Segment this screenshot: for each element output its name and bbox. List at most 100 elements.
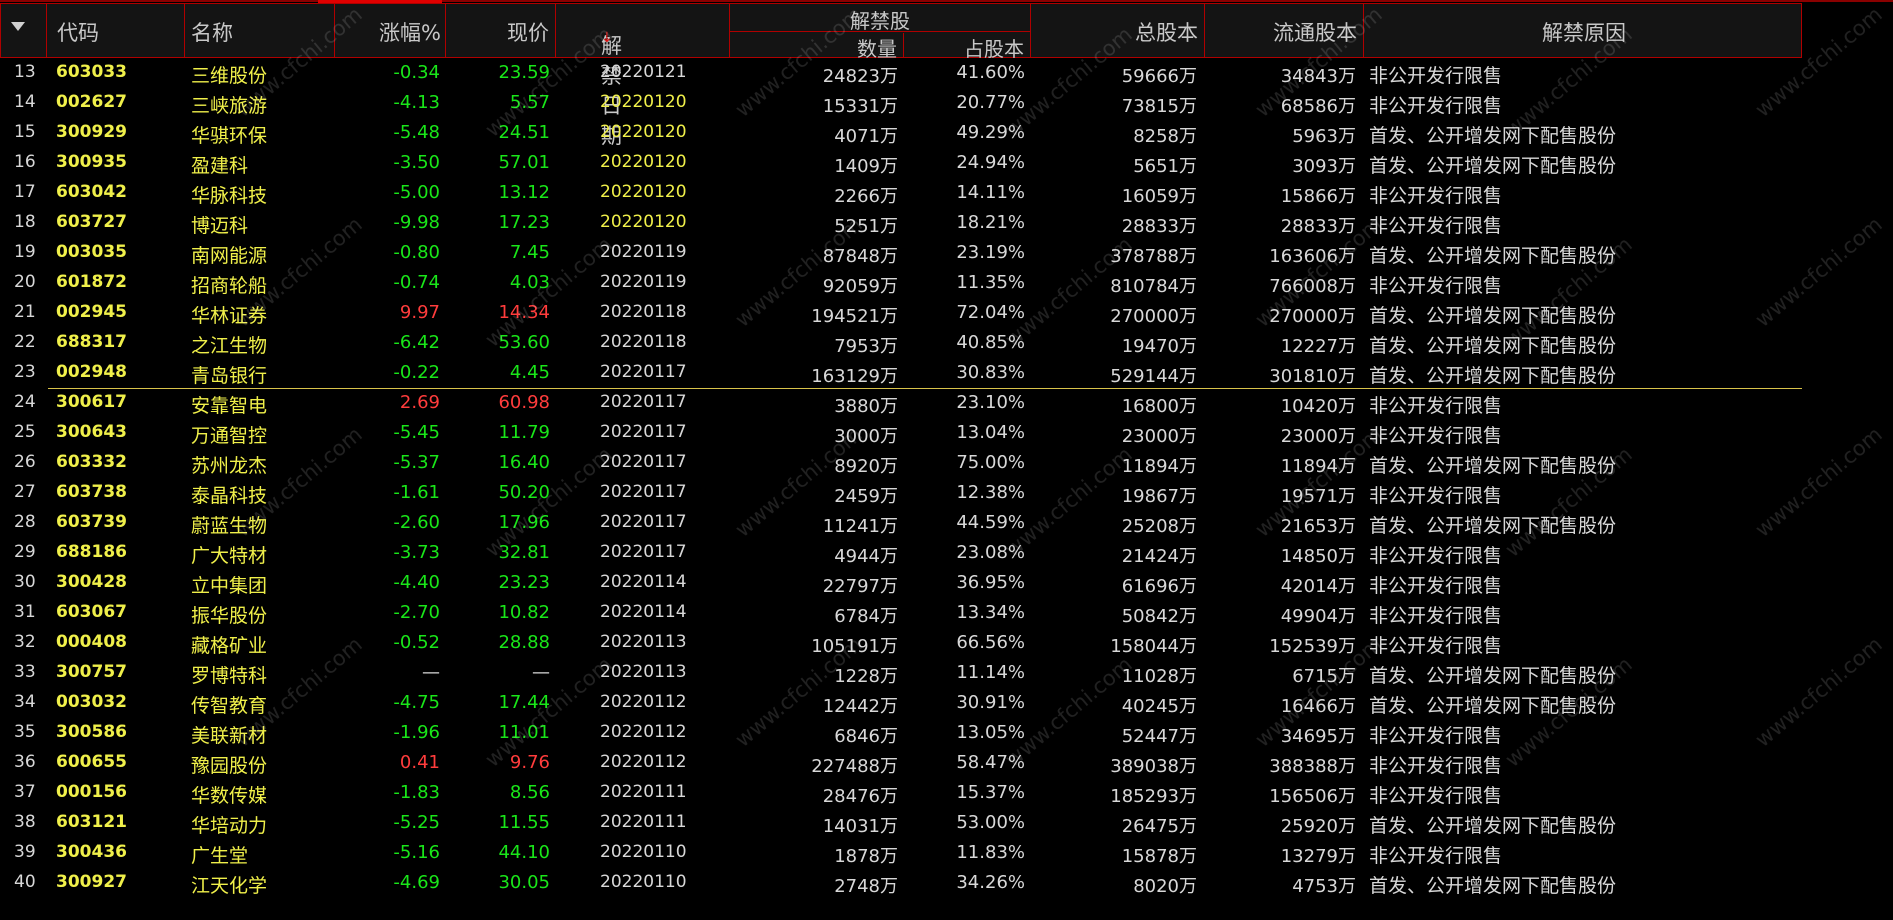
change-percent: -4.13: [393, 92, 440, 113]
header-unlock-qty[interactable]: 数量: [730, 33, 904, 61]
header-change[interactable]: 涨幅%: [335, 4, 446, 57]
current-price: 4.03: [509, 272, 550, 293]
header-price[interactable]: 现价: [446, 4, 556, 57]
float-shares: 388388万: [1269, 756, 1356, 777]
unlock-quantity: 163129万: [811, 366, 898, 387]
unlock-date: 20220111: [600, 782, 687, 802]
float-shares: 34695万: [1280, 726, 1356, 747]
unlock-date: 20220117: [600, 452, 687, 472]
stock-code: 603739: [56, 512, 127, 532]
unlock-ratio: 11.14%: [956, 662, 1025, 683]
table-row[interactable]: 15 300929 华骐环保 -5.48 24.51 20220120 4071万 49.29…: [0, 118, 1893, 148]
unlock-ratio: 20.77%: [956, 92, 1025, 113]
current-price: 11.01: [498, 722, 550, 743]
table-row[interactable]: 27 603738 泰晶科技 -1.61 50.20 20220117 2459万 12.38…: [0, 478, 1893, 508]
table-row[interactable]: 37 000156 华数传媒 -1.83 8.56 20220111 28476万 15.37…: [0, 778, 1893, 808]
total-shares: 16059万: [1121, 186, 1197, 207]
float-shares: 34843万: [1280, 66, 1356, 87]
header-total-shares[interactable]: 总股本: [1031, 4, 1205, 57]
current-price: 23.59: [498, 62, 550, 83]
row-index: 34: [14, 692, 36, 712]
unlock-reason: 首发、公开增发网下配售股份: [1369, 365, 1617, 387]
stock-name: 蔚蓝生物: [191, 515, 268, 537]
stock-code: 000408: [56, 632, 127, 652]
total-shares: 270000万: [1110, 306, 1197, 327]
table-row[interactable]: 21 002945 华林证券 9.97 14.34 20220118 194521万 72.0…: [0, 298, 1893, 328]
stock-name: 传智教育: [191, 695, 268, 717]
stock-code: 000156: [56, 782, 127, 802]
unlock-ratio: 15.37%: [956, 782, 1025, 803]
current-price: —: [532, 662, 550, 683]
table-row[interactable]: 14 002627 三峡旅游 -4.13 5.57 20220120 15331万 20.77…: [0, 88, 1893, 118]
table-row[interactable]: 38 603121 华培动力 -5.25 11.55 20220111 14031万 53.0…: [0, 808, 1893, 838]
row-index: 33: [14, 662, 36, 682]
unlock-quantity: 87848万: [822, 246, 898, 267]
header-name[interactable]: 名称: [185, 4, 335, 57]
stock-name: 藏格矿业: [191, 635, 268, 657]
table-row[interactable]: 13 603033 三维股份 -0.34 23.59 20220121 24823万 41.6…: [0, 58, 1893, 88]
table-row[interactable]: 17 603042 华脉科技 -5.00 13.12 20220120 2266万 14.11…: [0, 178, 1893, 208]
current-price: 30.05: [498, 872, 550, 893]
stock-code: 603121: [56, 812, 127, 832]
table-row[interactable]: 31 603067 振华股份 -2.70 10.82 20220114 6784万 13.34…: [0, 598, 1893, 628]
unlock-date: 20220114: [600, 572, 687, 592]
table-row[interactable]: 34 003032 传智教育 -4.75 17.44 20220112 12442万 30.9…: [0, 688, 1893, 718]
table-row[interactable]: 32 000408 藏格矿业 -0.52 28.88 20220113 105191万 66.…: [0, 628, 1893, 658]
change-percent: 0.41: [399, 752, 440, 773]
table-row[interactable]: 36 600655 豫园股份 0.41 9.76 20220112 227488万 58.47…: [0, 748, 1893, 778]
column-menu-button[interactable]: [1, 4, 47, 57]
unlock-ratio: 12.38%: [956, 482, 1025, 503]
current-price: 14.34: [498, 302, 550, 323]
table-row[interactable]: 29 688186 广大特材 -3.73 32.81 20220117 4944万 23.08…: [0, 538, 1893, 568]
stock-name: 青岛银行: [191, 365, 268, 387]
unlock-reason: 首发、公开增发网下配售股份: [1369, 125, 1617, 147]
current-price: 17.44: [498, 692, 550, 713]
table-row[interactable]: 18 603727 博迈科 -9.98 17.23 20220120 5251万 18.21%…: [0, 208, 1893, 238]
table-row[interactable]: 20 601872 招商轮船 -0.74 4.03 20220119 92059万 11.35…: [0, 268, 1893, 298]
unlock-reason: 非公开发行限售: [1369, 785, 1503, 807]
unlock-date: 20220117: [600, 482, 687, 502]
unlock-ratio: 18.21%: [956, 212, 1025, 233]
stock-name: 华骐环保: [191, 125, 268, 147]
stock-code: 603332: [56, 452, 127, 472]
table-row[interactable]: 24 300617 安靠智电 2.69 60.98 20220117 3880万 23.10%…: [0, 388, 1893, 418]
header-reason[interactable]: 解禁原因: [1364, 4, 1802, 57]
table-row[interactable]: 35 300586 美联新材 -1.96 11.01 20220112 6846万 13.05…: [0, 718, 1893, 748]
unlock-reason: 非公开发行限售: [1369, 635, 1503, 657]
header-unlock-date[interactable]: 解禁日期 ↓: [556, 4, 730, 148]
unlock-ratio: 30.83%: [956, 362, 1025, 383]
total-shares: 61696万: [1121, 576, 1197, 597]
unlock-date: 20220120: [600, 212, 687, 232]
stock-code: 603738: [56, 482, 127, 502]
stock-code: 002945: [56, 302, 127, 322]
unlock-date: 20220111: [600, 812, 687, 832]
change-percent: -4.69: [393, 872, 440, 893]
header-float-shares[interactable]: 流通股本: [1205, 4, 1364, 57]
table-row[interactable]: 33 300757 罗博特科 — — 20220113 1228万 11.14% 11028万 6…: [0, 658, 1893, 688]
table-row[interactable]: 40 300927 江天化学 -4.69 30.05 20220110 2748万 34.26…: [0, 868, 1893, 898]
table-row[interactable]: 28 603739 蔚蓝生物 -2.60 17.96 20220117 11241万 44.5…: [0, 508, 1893, 538]
change-percent: -9.98: [393, 212, 440, 233]
row-index: 39: [14, 842, 36, 862]
unlock-quantity: 1228万: [834, 666, 898, 687]
unlock-date: 20220119: [600, 272, 687, 292]
table-row[interactable]: 39 300436 广生堂 -5.16 44.10 20220110 1878万 11.83%…: [0, 838, 1893, 868]
header-unlock-pct[interactable]: 占股本: [904, 33, 1030, 61]
table-row[interactable]: 16 300935 盈建科 -3.50 57.01 20220120 1409万 24.94%…: [0, 148, 1893, 178]
header-code[interactable]: 代码: [47, 4, 185, 57]
table-row[interactable]: 26 603332 苏州龙杰 -5.37 16.40 20220117 8920万 75.00…: [0, 448, 1893, 478]
row-index: 15: [14, 122, 36, 142]
table-row[interactable]: 19 003035 南网能源 -0.80 7.45 20220119 87848万 23.19…: [0, 238, 1893, 268]
stock-name: 南网能源: [191, 245, 268, 267]
table-row[interactable]: 22 688317 之江生物 -6.42 53.60 20220118 7953万 40.85…: [0, 328, 1893, 358]
row-index: 24: [14, 392, 36, 412]
float-shares: 163606万: [1269, 246, 1356, 267]
table-row[interactable]: 25 300643 万通智控 -5.45 11.79 20220117 3000万 13.04…: [0, 418, 1893, 448]
current-price: 9.76: [509, 752, 550, 773]
table-row[interactable]: 30 300428 立中集团 -4.40 23.23 20220114 22797万 36.9…: [0, 568, 1893, 598]
unlock-quantity: 4944万: [834, 546, 898, 567]
table-row[interactable]: 23 002948 青岛银行 -0.22 4.45 20220117 163129万 30.8…: [0, 358, 1893, 388]
unlock-quantity: 4071万: [834, 126, 898, 147]
unlock-date: 20220120: [600, 92, 687, 112]
float-shares: 11894万: [1280, 456, 1356, 477]
